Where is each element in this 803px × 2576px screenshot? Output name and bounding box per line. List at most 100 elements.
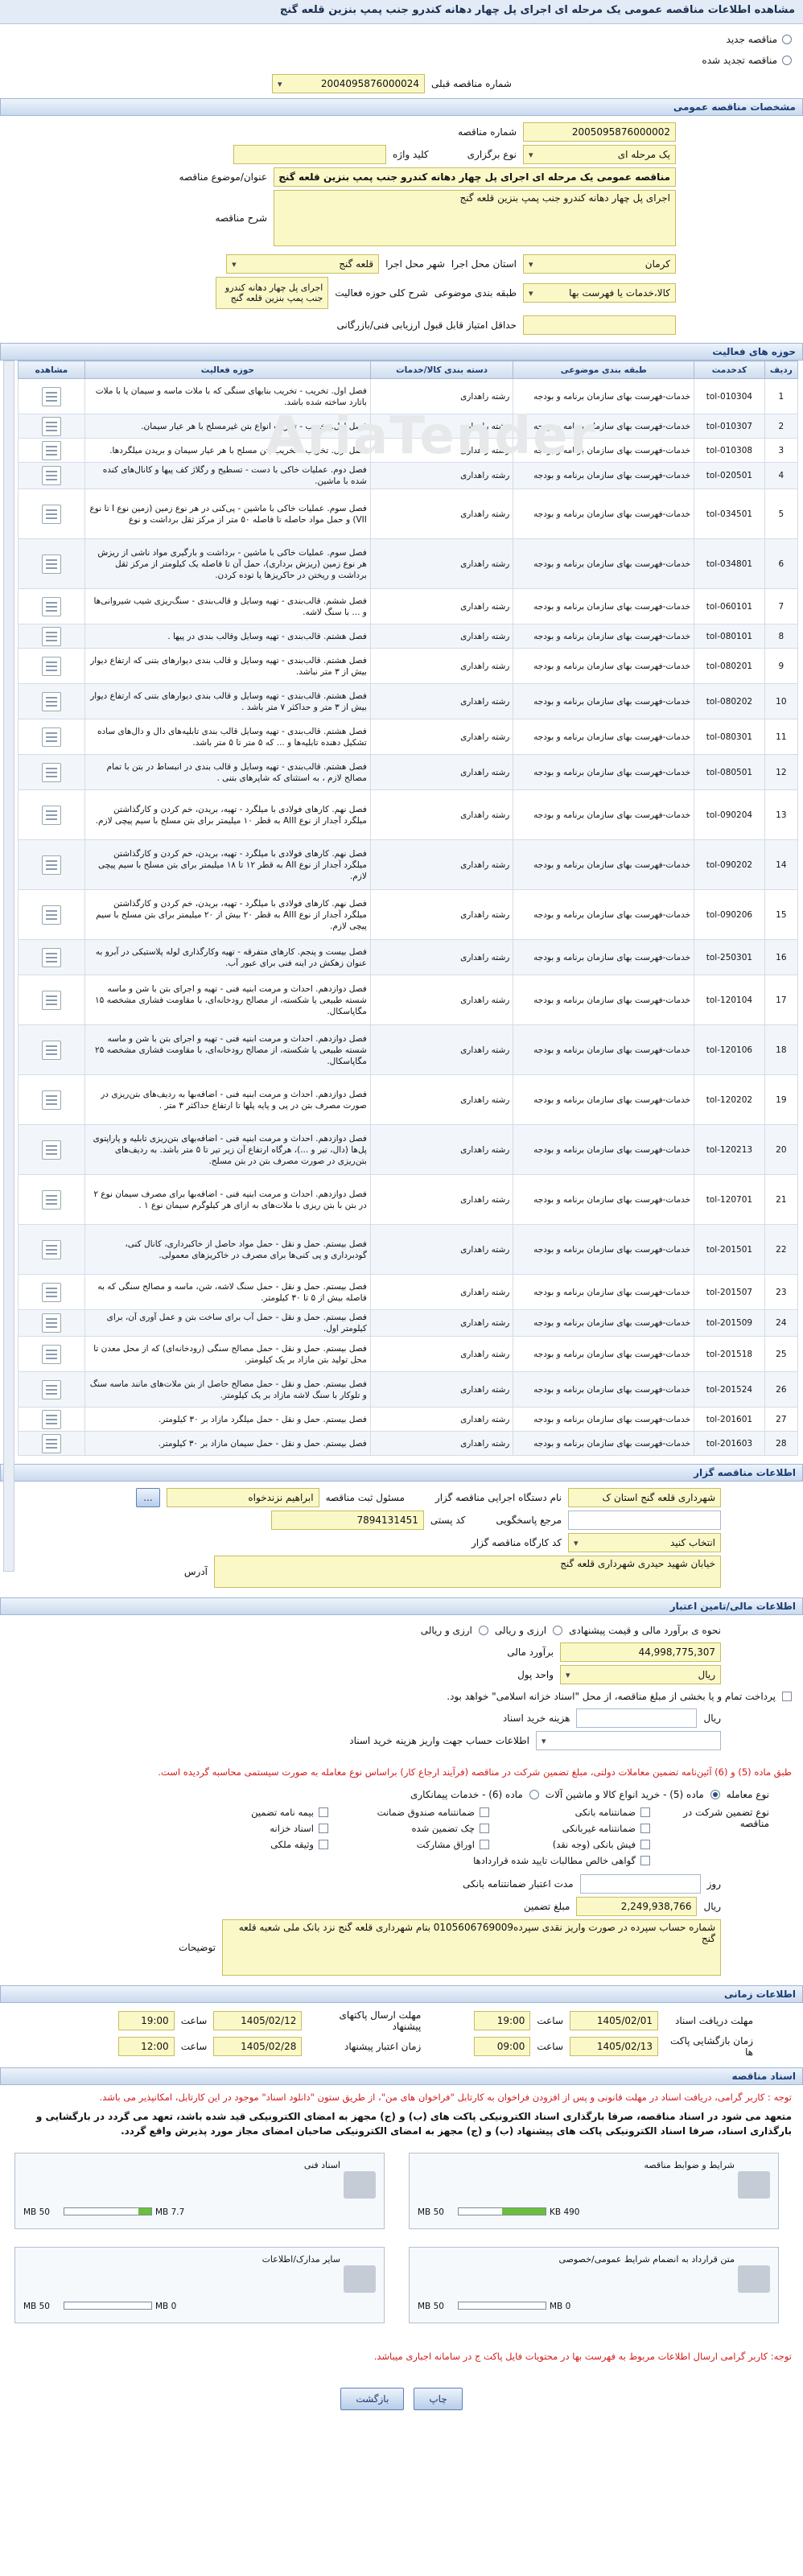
view-cell[interactable] <box>18 939 85 975</box>
view-document-icon[interactable] <box>41 691 61 711</box>
guarantee-option-checkbox[interactable] <box>319 1840 328 1849</box>
receive-date[interactable]: 1405/02/01 <box>570 2011 658 2030</box>
keyword-field[interactable] <box>233 145 387 164</box>
table-scrollbar[interactable] <box>3 361 14 1572</box>
workshop-select[interactable]: انتخاب کنید <box>568 1533 721 1552</box>
back-button[interactable]: بازگشت <box>340 2388 405 2410</box>
address-field[interactable]: خیابان شهید حیدری شهرداری قلعه گنج <box>214 1556 721 1588</box>
view-document-icon[interactable] <box>41 386 61 406</box>
view-cell[interactable] <box>18 1309 85 1337</box>
registrar-lookup-button[interactable]: ... <box>136 1488 160 1507</box>
deal-5-radio[interactable] <box>710 1790 720 1799</box>
org-field[interactable]: شهرداری قلعه گنج استان ک <box>568 1488 721 1507</box>
type-select[interactable]: یک مرحله ای <box>523 145 676 164</box>
view-document-icon[interactable] <box>41 504 61 524</box>
title-field[interactable]: مناقصه عمومی یک مرحله ای اجرای پل چهار د… <box>274 167 676 187</box>
guarantee-option[interactable]: بیمه نامه تضمین <box>167 1807 328 1818</box>
estimate-field[interactable]: 44,998,775,307 <box>560 1642 721 1662</box>
print-button[interactable]: چاپ <box>414 2388 463 2410</box>
view-document-icon[interactable] <box>41 762 61 782</box>
view-document-icon[interactable] <box>41 596 61 616</box>
document-file-box[interactable]: سایر مدارک/اطلاعات 0 MB 50 MB <box>14 2247 385 2323</box>
desc-field[interactable]: اجرای پل چهار دهانه کندرو جنب پمپ بنزین … <box>274 190 676 246</box>
view-document-icon[interactable] <box>41 727 61 747</box>
view-cell[interactable] <box>18 1024 85 1075</box>
view-cell[interactable] <box>18 624 85 649</box>
postal-field[interactable]: 7894131451 <box>270 1511 424 1530</box>
guarantee-option-checkbox[interactable] <box>640 1824 650 1833</box>
guarantee-option-checkbox[interactable] <box>640 1840 650 1849</box>
view-cell[interactable] <box>18 488 85 539</box>
open-date[interactable]: 1405/02/13 <box>570 2037 658 2056</box>
offer-validity-date[interactable]: 1405/02/28 <box>213 2037 303 2056</box>
guarantee-option[interactable]: گواهی خالص مطالبات تایید شده قراردادها <box>328 1855 650 1866</box>
view-document-icon[interactable] <box>41 1282 61 1302</box>
guarantee-option-checkbox[interactable] <box>319 1807 328 1817</box>
prev-number-select[interactable]: 2004095876000024 <box>272 74 426 93</box>
view-cell[interactable] <box>18 719 85 755</box>
view-document-icon[interactable] <box>41 1090 61 1110</box>
submit-date[interactable]: 1405/02/12 <box>213 2011 303 2030</box>
view-document-icon[interactable] <box>41 656 61 676</box>
validity-field[interactable] <box>579 1874 701 1894</box>
view-document-icon[interactable] <box>41 1344 61 1364</box>
rial-radio[interactable] <box>553 1626 563 1635</box>
view-document-icon[interactable] <box>41 1379 61 1399</box>
guarantee-option[interactable]: چک تضمین شده <box>328 1823 489 1834</box>
view-document-icon[interactable] <box>41 805 61 825</box>
view-document-icon[interactable] <box>41 1433 61 1453</box>
view-cell[interactable] <box>18 588 85 624</box>
province-select[interactable]: کرمان <box>523 254 676 274</box>
guarantee-option-checkbox[interactable] <box>480 1840 489 1849</box>
view-document-icon[interactable] <box>41 1140 61 1160</box>
view-document-icon[interactable] <box>41 1040 61 1060</box>
scope-field[interactable]: اجرای پل چهار دهانه کندرو جنب پمپ بنزین … <box>216 277 329 309</box>
new-tender-radio[interactable] <box>782 35 792 44</box>
foreign-radio[interactable] <box>478 1626 488 1635</box>
g-desc-field[interactable]: شماره حساب سپرده در صورت واریز نقدی سپرد… <box>222 1919 721 1976</box>
view-document-icon[interactable] <box>41 1313 61 1333</box>
min-score-field[interactable] <box>523 315 676 335</box>
view-document-icon[interactable] <box>41 905 61 925</box>
column-header[interactable]: ردیف <box>764 361 799 379</box>
guarantee-option[interactable]: اوراق مشارکت <box>328 1839 489 1850</box>
view-document-icon[interactable] <box>41 440 61 460</box>
guarantee-option-checkbox[interactable] <box>480 1824 489 1833</box>
document-file-box[interactable]: شرایط و ضوابط مناقصه 490 KB 50 MB <box>409 2153 779 2229</box>
guarantee-option-checkbox[interactable] <box>640 1856 650 1865</box>
view-cell[interactable] <box>18 839 85 890</box>
view-cell[interactable] <box>18 378 85 414</box>
column-header[interactable]: حوزه فعالیت <box>84 361 371 379</box>
number-field[interactable]: 2005095876000002 <box>523 122 676 142</box>
column-header[interactable]: کدخدمت <box>694 361 765 379</box>
view-cell[interactable] <box>18 648 85 684</box>
column-header[interactable]: مشاهده <box>18 361 85 379</box>
view-document-icon[interactable] <box>41 1239 61 1259</box>
view-cell[interactable] <box>18 975 85 1025</box>
view-document-icon[interactable] <box>41 1409 61 1429</box>
view-cell[interactable] <box>18 438 85 463</box>
guarantee-option[interactable]: ضمانتنامه صندوق ضمانت <box>328 1807 489 1818</box>
city-select[interactable]: قلعه گنج <box>226 254 380 274</box>
view-cell[interactable] <box>18 1174 85 1225</box>
deal-6-radio[interactable] <box>529 1790 539 1799</box>
view-document-icon[interactable] <box>41 416 61 436</box>
guarantee-option[interactable]: اسناد خزانه <box>167 1823 328 1834</box>
receive-time[interactable]: 19:00 <box>474 2011 531 2030</box>
registrar-field[interactable]: ابراهیم نزندخواه <box>166 1488 319 1507</box>
view-cell[interactable] <box>18 683 85 719</box>
document-file-box[interactable]: اسناد فنی 7.7 MB 50 MB <box>14 2153 385 2229</box>
payment-note-checkbox[interactable] <box>782 1692 792 1701</box>
open-time[interactable]: 09:00 <box>474 2037 531 2056</box>
view-cell[interactable] <box>18 1224 85 1275</box>
view-cell[interactable] <box>18 414 85 439</box>
view-cell[interactable] <box>18 1074 85 1125</box>
renewed-tender-radio[interactable] <box>782 56 792 65</box>
view-cell[interactable] <box>18 538 85 589</box>
unit-select[interactable]: ریال <box>560 1665 721 1684</box>
account-select[interactable] <box>536 1731 721 1750</box>
amount-field[interactable]: 2,249,938,766 <box>576 1897 698 1916</box>
view-cell[interactable] <box>18 1336 85 1372</box>
ref-field[interactable] <box>568 1511 721 1530</box>
category-select[interactable]: کالا،خدمات یا فهرست بها <box>523 283 676 303</box>
